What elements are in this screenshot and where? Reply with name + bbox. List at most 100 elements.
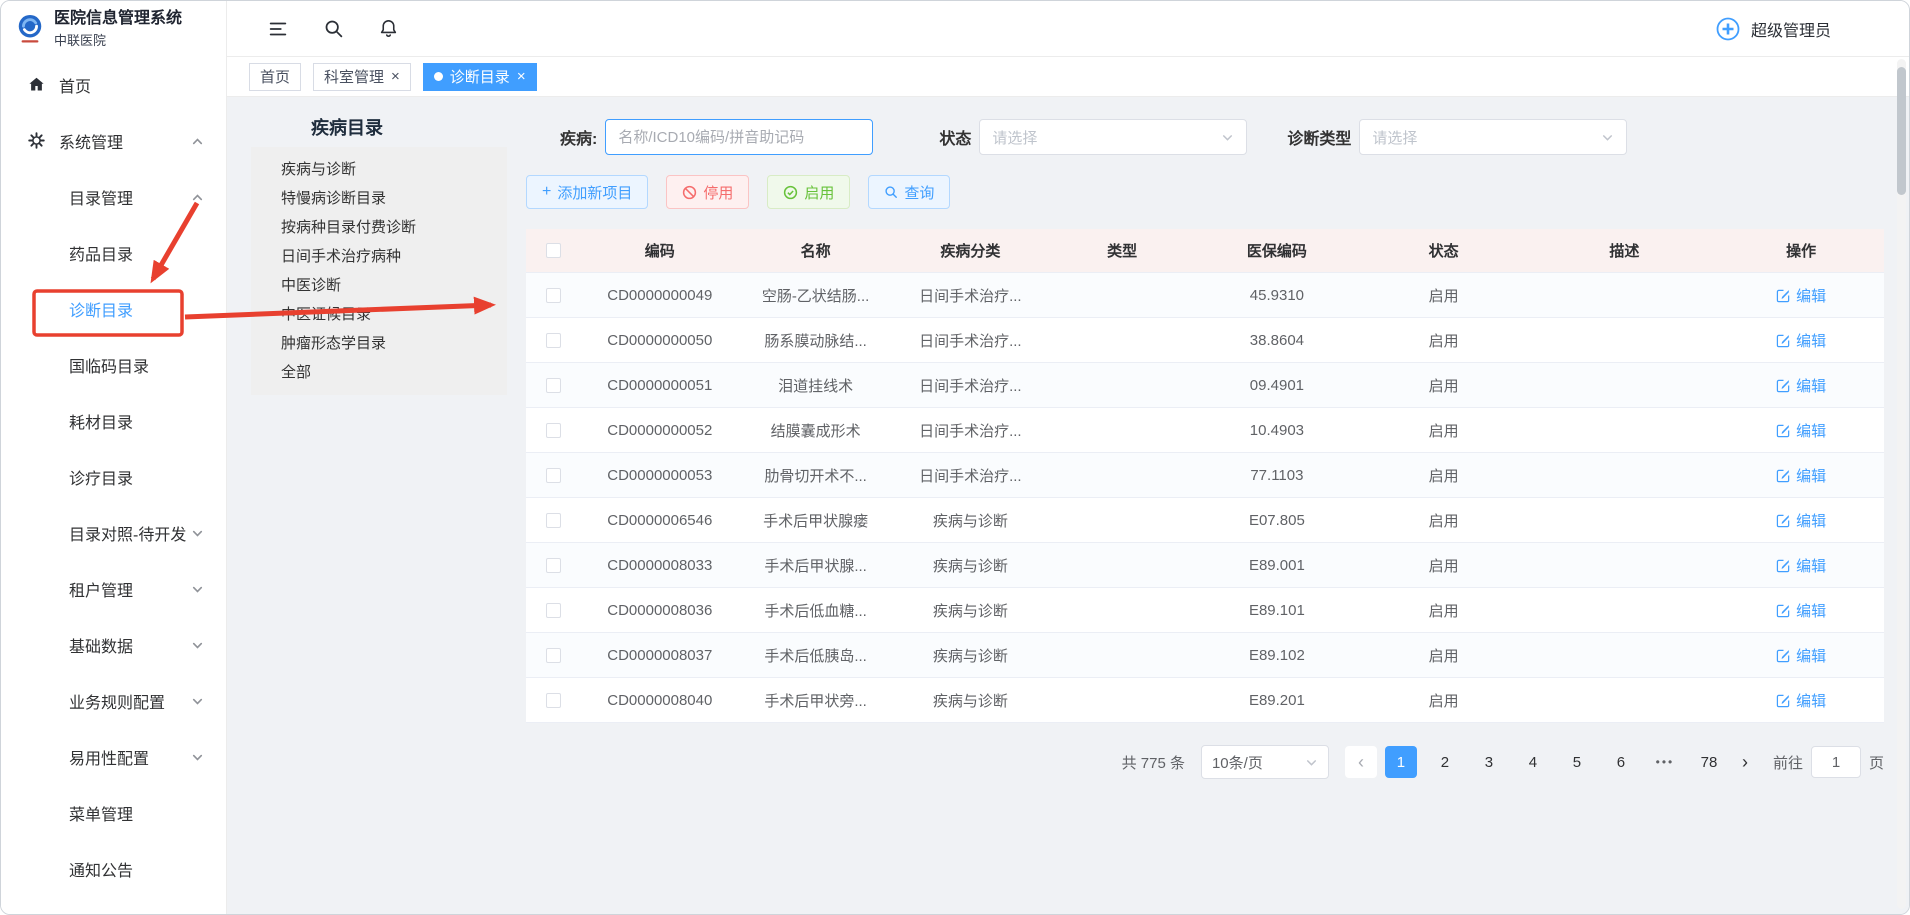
catalog-item[interactable]: 日间手术治疗病种	[251, 242, 507, 271]
catalog-item[interactable]: 特慢病诊断目录	[251, 184, 507, 213]
sidebar-item-treatment-catalog[interactable]: 诊疗目录	[1, 449, 226, 505]
disease-filter-label: 疾病:	[560, 125, 597, 149]
sidebar-item-base-data[interactable]: 基础数据	[1, 617, 226, 673]
category-cell: 疾病与诊断	[893, 588, 1047, 632]
sidebar-item-drug-catalog[interactable]: 药品目录	[1, 225, 226, 281]
filter-bar: 疾病: 状态 请选择 诊断类型 请选择	[526, 119, 1884, 155]
sidebar-item-menu-management[interactable]: 菜单管理	[1, 785, 226, 841]
sidebar-item-diagnosis-catalog[interactable]: 诊断目录	[1, 281, 226, 337]
insurance-code-cell: 77.1103	[1197, 453, 1357, 497]
catalog-item[interactable]: 肿瘤形态学目录	[251, 329, 507, 358]
sidebar-item-consumable-catalog[interactable]: 耗材目录	[1, 393, 226, 449]
search-icon[interactable]	[323, 18, 344, 39]
sidebar-item-label: 目录对照-待开发	[69, 521, 186, 545]
diagnosis-type-filter-label: 诊断类型	[1287, 125, 1351, 149]
status-select[interactable]: 请选择	[979, 119, 1247, 155]
edit-label: 编辑	[1796, 645, 1826, 666]
edit-button[interactable]: 编辑	[1776, 690, 1826, 711]
edit-icon	[1776, 468, 1791, 483]
table-row: CD0000000050肠系膜动脉结...日间手术治疗...38.8604启用编…	[526, 318, 1884, 363]
sidebar-item-usability-config[interactable]: 易用性配置	[1, 729, 226, 785]
category-cell: 疾病与诊断	[893, 678, 1047, 722]
enable-button[interactable]: 启用	[767, 175, 850, 209]
main-panel: 疾病: 状态 请选择 诊断类型 请选择	[526, 97, 1884, 779]
page-button[interactable]: 3	[1473, 746, 1505, 778]
edit-button[interactable]: 编辑	[1776, 600, 1826, 621]
collapse-menu-icon[interactable]	[267, 18, 289, 40]
query-button[interactable]: 查询	[868, 175, 950, 209]
catalog-item[interactable]: 中医诊断	[251, 271, 507, 300]
name-cell: 结膜囊成形术	[738, 408, 894, 452]
user-menu[interactable]: 超级管理员	[1715, 16, 1831, 42]
status-cell: 启用	[1357, 318, 1531, 362]
edit-button[interactable]: 编辑	[1776, 465, 1826, 486]
page-jump: 前往 页	[1773, 746, 1884, 778]
edit-button[interactable]: 编辑	[1776, 645, 1826, 666]
diagnosis-table: 编码名称疾病分类类型医保编码状态描述操作 CD0000000049空肠-乙状结肠…	[526, 229, 1884, 723]
diagnosis-type-select[interactable]: 请选择	[1359, 119, 1627, 155]
sidebar-item-tenant-management[interactable]: 租户管理	[1, 561, 226, 617]
row-checkbox[interactable]	[546, 693, 561, 708]
tab-close-icon[interactable]: ×	[391, 69, 400, 84]
insurance-code-cell: E89.201	[1197, 678, 1357, 722]
edit-button[interactable]: 编辑	[1776, 330, 1826, 351]
add-item-button[interactable]: + 添加新项目	[526, 175, 648, 209]
catalog-item[interactable]: 按病种目录付费诊断	[251, 213, 507, 242]
row-checkbox[interactable]	[546, 378, 561, 393]
tab-close-icon[interactable]: ×	[517, 69, 526, 84]
tab-diagnosis-catalog[interactable]: 诊断目录×	[423, 63, 537, 91]
select-all-checkbox[interactable]	[546, 243, 561, 258]
edit-icon	[1776, 288, 1791, 303]
row-checkbox[interactable]	[546, 513, 561, 528]
scrollbar-thumb[interactable]	[1897, 67, 1906, 195]
tab-bar: 首页科室管理× 诊断目录×	[227, 57, 1909, 97]
pagination-more[interactable]: •••	[1649, 746, 1681, 778]
jump-label-suffix: 页	[1869, 752, 1884, 773]
page-button[interactable]: 2	[1429, 746, 1461, 778]
sidebar-item-catalog-mapping[interactable]: 目录对照-待开发	[1, 505, 226, 561]
sidebar-item-label: 诊断目录	[69, 297, 133, 321]
sidebar-item-home[interactable]: 首页	[1, 57, 226, 113]
row-checkbox[interactable]	[546, 423, 561, 438]
code-cell: CD0000008036	[582, 588, 738, 632]
prev-page-button[interactable]: ‹	[1345, 746, 1377, 778]
page-button[interactable]: 1	[1385, 746, 1417, 778]
page-size-select[interactable]: 10条/页	[1201, 745, 1329, 779]
next-page-button[interactable]: ›	[1731, 746, 1759, 778]
row-checkbox[interactable]	[546, 288, 561, 303]
description-cell	[1531, 318, 1719, 362]
disable-button[interactable]: 停用	[666, 175, 749, 209]
edit-button[interactable]: 编辑	[1776, 555, 1826, 576]
row-checkbox[interactable]	[546, 468, 561, 483]
description-cell	[1531, 408, 1719, 452]
edit-button[interactable]: 编辑	[1776, 375, 1826, 396]
sidebar-item-notice[interactable]: 通知公告	[1, 841, 226, 897]
sidebar-item-system-management[interactable]: 系统管理	[1, 113, 226, 169]
catalog-item[interactable]: 中医证候目录	[251, 300, 507, 329]
tab-home[interactable]: 首页	[249, 63, 301, 91]
page-button[interactable]: 4	[1517, 746, 1549, 778]
row-checkbox[interactable]	[546, 558, 561, 573]
row-checkbox[interactable]	[546, 648, 561, 663]
tab-department-management[interactable]: 科室管理×	[313, 63, 411, 91]
sidebar-item-business-rule-config[interactable]: 业务规则配置	[1, 673, 226, 729]
catalog-item[interactable]: 全部	[251, 358, 507, 387]
plus-icon: +	[542, 184, 551, 200]
jump-page-input[interactable]	[1811, 746, 1861, 778]
page-button[interactable]: 78	[1693, 746, 1725, 778]
page-button[interactable]: 5	[1561, 746, 1593, 778]
bell-icon[interactable]	[378, 18, 399, 39]
catalog-item[interactable]: 疾病与诊断	[251, 155, 507, 184]
edit-button[interactable]: 编辑	[1776, 420, 1826, 441]
disease-search-input[interactable]	[605, 119, 873, 155]
sidebar-item-catalog-management[interactable]: 目录管理	[1, 169, 226, 225]
row-checkbox[interactable]	[546, 333, 561, 348]
column-header: 操作	[1718, 229, 1884, 272]
status-cell: 启用	[1357, 408, 1531, 452]
scrollbar-track[interactable]	[1897, 59, 1906, 909]
edit-button[interactable]: 编辑	[1776, 285, 1826, 306]
sidebar-item-national-code-catalog[interactable]: 国临码目录	[1, 337, 226, 393]
edit-button[interactable]: 编辑	[1776, 510, 1826, 531]
page-button[interactable]: 6	[1605, 746, 1637, 778]
row-checkbox[interactable]	[546, 603, 561, 618]
